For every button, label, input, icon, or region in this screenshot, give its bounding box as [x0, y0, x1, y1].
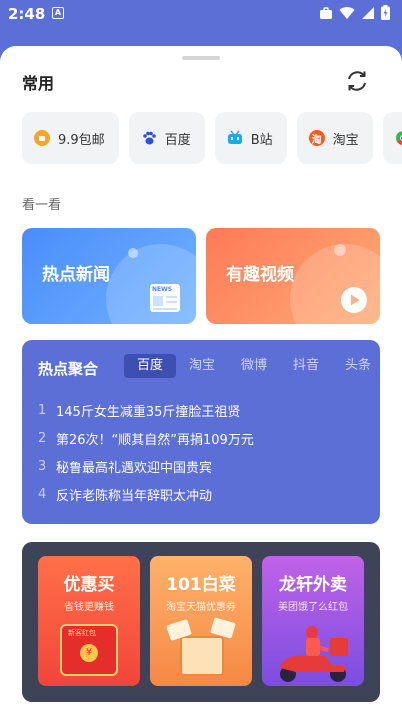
hot-rank: 3 — [38, 458, 47, 474]
hot-list: 1 145斤女生减重35斤撞脸王祖贤 2 第26次！“顺其自然”再捐109万元 … — [38, 396, 254, 508]
news-line — [166, 296, 177, 298]
sheet-drag-handle[interactable] — [182, 56, 220, 60]
bottom-sheet: 常用 9.9包邮 百度 B站 淘 淘宝 qq 看一看 热点新闻 — [0, 46, 402, 716]
promo-title: 优惠买 — [63, 575, 115, 595]
promo-subtitle: 省钱更赚钱 — [64, 602, 114, 613]
red-envelope-icon: 新客红包 ¥ — [60, 624, 118, 676]
hot-rank: 2 — [38, 430, 47, 446]
promo-card-longxuan[interactable]: 龙轩外卖 美团饿了么红包 — [262, 556, 364, 686]
hot-aggregation-title: 热点聚合 — [38, 360, 99, 378]
tab-taobao[interactable]: 淘宝 — [176, 354, 228, 378]
tab-baidu[interactable]: 百度 — [124, 354, 176, 378]
quick-link-label: 9.9包邮 — [58, 132, 105, 148]
quick-link-label: 百度 — [164, 132, 191, 148]
hot-rank: 1 — [38, 402, 47, 418]
card-bubble — [334, 244, 346, 256]
briefcase-icon — [320, 6, 332, 19]
red-envelope-tag: 新客红包 — [68, 629, 96, 637]
news-line — [153, 296, 163, 306]
hot-list-item[interactable]: 1 145斤女生减重35斤撞脸王祖贤 — [38, 396, 254, 424]
hot-news-card[interactable]: 热点新闻 NEWS — [22, 228, 196, 324]
promo-subtitle: 美团饿了么红包 — [278, 602, 348, 613]
bag-icon — [34, 130, 50, 146]
baidu-paw-icon — [141, 130, 157, 146]
promo-card-baicai[interactable]: 101白菜 淘宝天猫优惠券 — [150, 556, 252, 686]
quick-links: 9.9包邮 百度 B站 淘 淘宝 qq — [22, 112, 402, 166]
coin-icon: ¥ — [80, 644, 98, 662]
quick-link-qq[interactable]: qq — [382, 112, 402, 164]
fun-video-title: 有趣视频 — [226, 265, 294, 285]
hot-list-item[interactable]: 3 秘鲁最高礼遇欢迎中国贵宾 — [38, 452, 254, 480]
hot-aggregation-panel: 热点聚合 百度 淘宝 微博 抖音 头条 1 145斤女生减重35斤撞脸王祖贤 2… — [22, 340, 380, 524]
look-section-label: 看一看 — [22, 198, 62, 213]
notification-a-icon: A — [52, 7, 64, 19]
refresh-icon[interactable] — [344, 68, 370, 94]
hot-news-title: 热点新闻 — [42, 265, 110, 285]
hot-headline: 秘鲁最高礼遇欢迎中国贵宾 — [56, 460, 213, 476]
hot-list-item[interactable]: 2 第26次！“顺其自然”再捐109万元 — [38, 424, 254, 452]
signal-icon — [362, 6, 374, 19]
promo-card-youhuimai[interactable]: 优惠买 省钱更赚钱 新客红包 ¥ — [38, 556, 140, 686]
hot-headline: 反诈老陈称当年辞职太冲动 — [56, 488, 213, 504]
status-icons — [319, 5, 390, 20]
quick-link-bilibili[interactable]: B站 — [214, 112, 287, 164]
promo-title: 101白菜 — [166, 575, 236, 595]
battery-icon — [381, 5, 390, 20]
hot-rank: 4 — [38, 486, 47, 502]
quick-link-baidu[interactable]: 百度 — [128, 112, 205, 164]
wifi-icon — [339, 6, 355, 19]
news-line — [153, 308, 177, 310]
tab-toutiao[interactable]: 头条 — [332, 354, 380, 378]
hot-headline: 第26次！“顺其自然”再捐109万元 — [56, 432, 254, 448]
tab-weibo[interactable]: 微博 — [228, 354, 280, 378]
promo-title: 龙轩外卖 — [279, 575, 347, 595]
delivery-scooter-icon — [280, 626, 348, 682]
quick-link-99[interactable]: 9.9包邮 — [22, 112, 119, 164]
status-time: 2:48 — [8, 5, 46, 23]
news-badge: NEWS — [152, 286, 173, 293]
browser-icon — [395, 130, 402, 146]
quick-link-taobao[interactable]: 淘 淘宝 — [296, 112, 373, 164]
quick-link-label: B站 — [250, 132, 273, 148]
promo-panel: 优惠买 省钱更赚钱 新客红包 ¥ 101白菜 淘宝天猫优惠券 龙轩外卖 美团饿了… — [22, 542, 380, 702]
fun-video-card[interactable]: 有趣视频 — [206, 228, 380, 324]
hot-tabs: 百度 淘宝 微博 抖音 头条 — [124, 354, 380, 378]
newspaper-icon: NEWS — [150, 284, 180, 312]
taobao-icon: 淘 — [308, 130, 325, 146]
bilibili-tv-icon — [227, 130, 243, 146]
common-title: 常用 — [22, 74, 55, 93]
card-bubble — [128, 248, 138, 258]
promo-subtitle: 淘宝天猫优惠券 — [166, 602, 236, 613]
hot-headline: 145斤女生减重35斤撞脸王祖贤 — [56, 404, 241, 420]
tab-douyin[interactable]: 抖音 — [280, 354, 332, 378]
shopping-bag-icon — [180, 636, 224, 676]
status-bar: 2:48 A — [0, 0, 402, 28]
play-icon — [341, 287, 367, 313]
news-line — [166, 301, 177, 303]
hot-list-item[interactable]: 4 反诈老陈称当年辞职太冲动 — [38, 480, 254, 508]
quick-link-label: 淘宝 — [332, 132, 359, 148]
